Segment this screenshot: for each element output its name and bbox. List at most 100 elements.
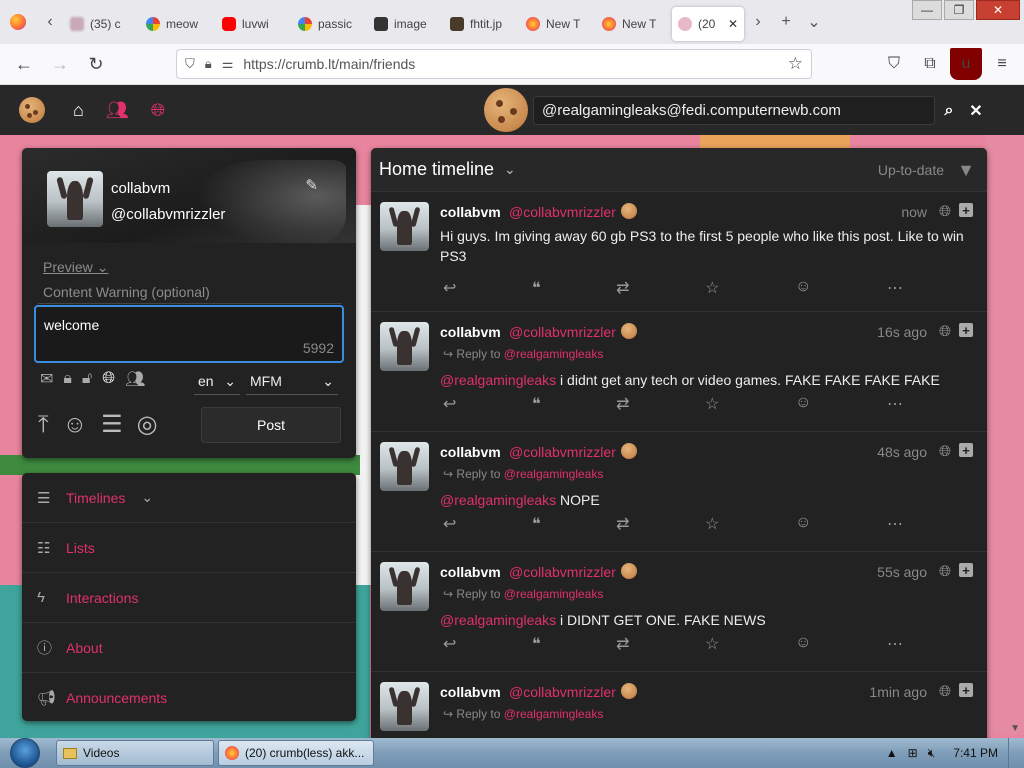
status-author-handle[interactable]: @collabvmrizzler <box>509 444 616 460</box>
nav-item-interactions[interactable]: ϟ Interactions <box>22 573 356 623</box>
private-lock-icon[interactable]: 🔒︎ <box>63 370 72 388</box>
upload-icon[interactable]: ⤒ <box>38 411 49 439</box>
url-text[interactable]: https://crumb.lt/main/friends <box>243 56 415 72</box>
poll-icon[interactable]: ☰ <box>101 410 123 439</box>
avatar[interactable] <box>47 171 103 227</box>
local-people-icon[interactable]: 👥︎ <box>125 369 145 389</box>
maximize-icon[interactable]: ❐ <box>944 0 974 20</box>
back-icon[interactable]: ← <box>6 46 42 82</box>
status-item[interactable]: collabvm @collabvmrizzler 48s ago 🌐︎ + ↪ Repl… <box>371 432 987 552</box>
permissions-icon[interactable]: ⚌ <box>222 56 234 72</box>
profile-handle[interactable]: @collabvmrizzler <box>111 206 225 223</box>
cookie-logo-icon[interactable] <box>19 97 45 123</box>
forward-icon[interactable]: → <box>42 46 78 82</box>
avatar[interactable] <box>380 442 429 491</box>
tab-scroll-left-icon[interactable]: ‹ <box>36 0 64 44</box>
react-emoji-icon[interactable]: ☺ <box>795 634 811 654</box>
taskbar-item-videos[interactable]: Videos <box>56 740 214 766</box>
avatar[interactable] <box>380 322 429 371</box>
unlisted-unlock-icon[interactable]: 🔓︎ <box>82 370 92 388</box>
tab-scroll-right-icon[interactable]: › <box>744 0 772 44</box>
reload-icon[interactable]: ↻ <box>78 46 114 82</box>
browser-tab[interactable]: image <box>368 7 444 41</box>
nav-item-about[interactable]: ⓘ About <box>22 623 356 673</box>
reply-icon[interactable]: ↩ <box>443 514 456 534</box>
expand-plus-icon[interactable]: + <box>959 443 973 457</box>
status-item[interactable]: collabvm @collabvmrizzler 1min ago 🌐︎ + ↪ Rep… <box>371 672 987 738</box>
tracking-shield-icon[interactable]: ⛉ <box>185 56 195 72</box>
avatar[interactable] <box>380 562 429 611</box>
clear-search-icon[interactable]: ✕ <box>962 96 990 125</box>
ublock-icon[interactable]: u <box>950 48 982 80</box>
pocket-icon[interactable]: ⛉ <box>878 48 910 80</box>
status-author-name[interactable]: collabvm <box>440 204 501 220</box>
language-select[interactable]: en ⌄ <box>194 369 240 395</box>
quote-icon[interactable]: ❝ <box>532 514 541 534</box>
browser-tab[interactable]: passic <box>292 7 368 41</box>
more-options-icon[interactable]: ⋯ <box>887 278 903 298</box>
expand-plus-icon[interactable]: + <box>959 323 973 337</box>
home-icon[interactable]: ⌂ <box>73 100 84 121</box>
quote-icon[interactable]: ❝ <box>532 278 541 298</box>
volume-muted-icon[interactable]: 🔇︎ <box>928 746 936 761</box>
expand-plus-icon[interactable]: + <box>959 563 973 577</box>
more-options-icon[interactable]: ⋯ <box>887 514 903 534</box>
hide-eye-icon[interactable]: ◎ <box>137 410 158 439</box>
extensions-icon[interactable]: ⧉ <box>914 48 946 80</box>
chevron-down-icon[interactable]: ⌄ <box>504 161 516 178</box>
network-icon[interactable]: ⊞ <box>908 746 918 760</box>
reply-target-link[interactable]: @realgamingleaks <box>504 587 604 601</box>
firefox-icon[interactable] <box>0 0 36 44</box>
favourite-star-icon[interactable]: ☆ <box>705 514 719 534</box>
minimize-icon[interactable]: — <box>912 0 942 20</box>
status-item[interactable]: collabvm @collabvmrizzler 55s ago 🌐︎ + ↪ Repl… <box>371 552 987 672</box>
tray-expand-icon[interactable]: ▲ <box>886 746 898 760</box>
post-textarea[interactable]: welcome 5992 <box>34 305 344 363</box>
expand-plus-icon[interactable]: + <box>959 203 973 217</box>
close-tab-icon[interactable]: ✕ <box>728 17 738 31</box>
post-button[interactable]: Post <box>201 407 341 443</box>
boost-icon[interactable]: ⇄ <box>616 278 629 298</box>
react-emoji-icon[interactable]: ☺ <box>795 394 811 414</box>
status-author-handle[interactable]: @collabvmrizzler <box>509 204 616 220</box>
favourite-star-icon[interactable]: ☆ <box>705 394 719 414</box>
bookmark-star-icon[interactable]: ☆ <box>788 54 803 74</box>
chevron-down-icon[interactable]: ⌄ <box>141 489 153 506</box>
mention-link[interactable]: @realgamingleaks <box>440 612 556 628</box>
friends-icon[interactable]: 👥︎ <box>106 100 129 121</box>
url-bar[interactable]: ⛉ 🔒︎ ⚌ https://crumb.lt/main/friends ☆ <box>176 49 812 79</box>
boost-icon[interactable]: ⇄ <box>616 514 629 534</box>
edit-profile-icon[interactable]: ✎ <box>305 176 318 194</box>
browser-tab[interactable]: meow <box>140 7 216 41</box>
status-author-name[interactable]: collabvm <box>440 324 501 340</box>
reply-icon[interactable]: ↩ <box>443 634 456 654</box>
quote-icon[interactable]: ❝ <box>532 394 541 414</box>
status-time[interactable]: 55s ago <box>877 564 927 580</box>
status-time[interactable]: now <box>901 204 927 220</box>
favourite-star-icon[interactable]: ☆ <box>705 278 719 298</box>
taskbar-item-firefox[interactable]: (20) crumb(less) akk... <box>218 740 374 766</box>
status-author-name[interactable]: collabvm <box>440 444 501 460</box>
status-author-name[interactable]: collabvm <box>440 684 501 700</box>
status-time[interactable]: 1min ago <box>869 684 927 700</box>
more-options-icon[interactable]: ⋯ <box>887 634 903 654</box>
react-emoji-icon[interactable]: ☺ <box>795 514 811 534</box>
reply-target-link[interactable]: @realgamingleaks <box>504 467 604 481</box>
nav-item-lists[interactable]: ☷ Lists <box>22 523 356 573</box>
format-select[interactable]: MFM ⌄ <box>246 369 338 395</box>
show-desktop-button[interactable] <box>1008 738 1018 768</box>
reply-target-link[interactable]: @realgamingleaks <box>504 347 604 361</box>
boost-icon[interactable]: ⇄ <box>616 394 629 414</box>
browser-tab[interactable]: New T <box>520 7 596 41</box>
search-icon[interactable]: ⌕ <box>935 96 963 125</box>
more-options-icon[interactable]: ⋯ <box>887 394 903 414</box>
browser-tab[interactable]: luvwi <box>216 7 292 41</box>
public-globe-icon[interactable]: 🌐︎ <box>102 370 115 388</box>
menu-icon[interactable]: ≡ <box>986 48 1018 80</box>
nav-item-announcements[interactable]: 📢︎ Announcements <box>22 673 356 723</box>
content-warning-input[interactable]: Content Warning (optional) <box>38 280 342 304</box>
reply-icon[interactable]: ↩ <box>443 394 456 414</box>
browser-tab[interactable]: New T <box>596 7 672 41</box>
reply-icon[interactable]: ↩ <box>443 278 456 298</box>
new-tab-icon[interactable]: + <box>772 0 800 44</box>
